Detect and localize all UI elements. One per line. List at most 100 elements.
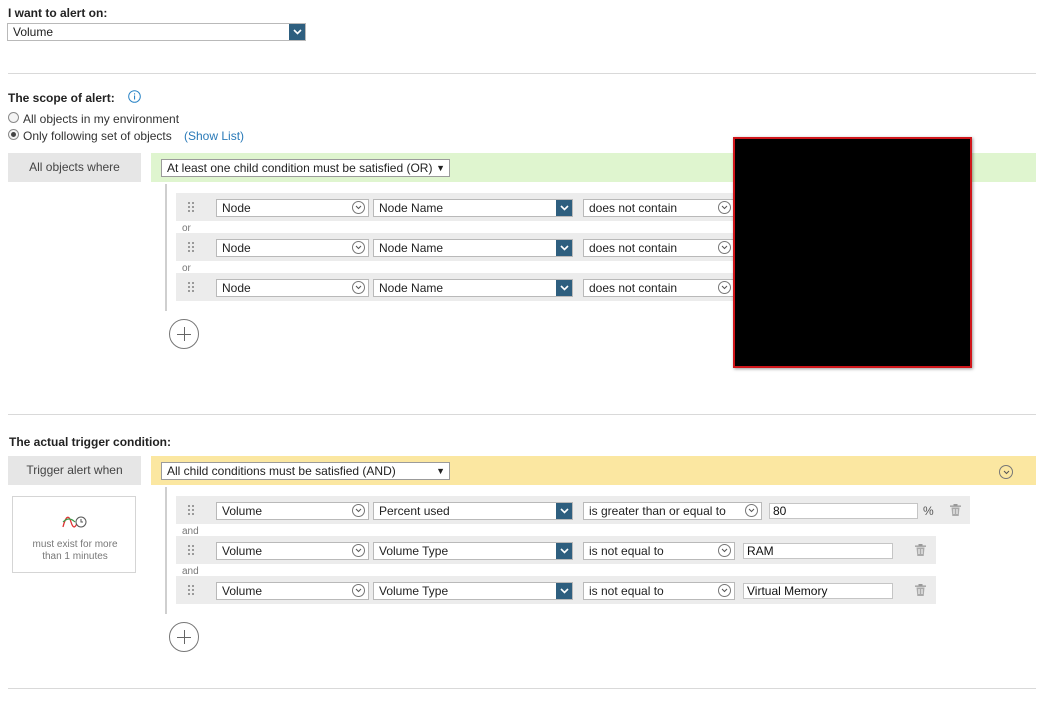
chevron-down-icon: [718, 201, 731, 214]
drag-handle-icon[interactable]: [188, 505, 194, 517]
chevron-down-icon: [718, 544, 731, 557]
info-icon[interactable]: [128, 90, 141, 103]
tree-line: [165, 487, 167, 614]
trigger-alert-when-label: Trigger alert when: [8, 456, 141, 485]
property-select[interactable]: Node Name: [373, 279, 573, 297]
unit-label: %: [923, 504, 934, 518]
field-select[interactable]: Node: [216, 199, 369, 217]
field-select[interactable]: Volume: [216, 582, 369, 600]
field-select-value: Volume: [222, 504, 263, 518]
alert-on-value: Volume: [13, 25, 54, 39]
chevron-down-icon: [352, 584, 365, 597]
operator-select-value: does not contain: [589, 201, 678, 215]
and-connector: and: [182, 526, 199, 537]
chevron-down-icon: [352, 281, 365, 294]
scope-title: The scope of alert:: [8, 91, 115, 105]
operator-select-value: does not contain: [589, 241, 678, 255]
drag-handle-icon[interactable]: [188, 282, 194, 294]
operator-select-value: is not equal to: [589, 584, 664, 598]
drag-handle-icon[interactable]: [188, 202, 194, 214]
duration-box[interactable]: must exist for more than 1 minutes: [12, 496, 136, 573]
operator-select[interactable]: does not contain: [583, 279, 735, 297]
collapse-chevron-icon[interactable]: [999, 465, 1013, 479]
radio-all-objects[interactable]: [8, 112, 19, 123]
field-select-value: Node: [222, 281, 251, 295]
radio-following-objects[interactable]: [8, 129, 19, 140]
chevron-down-icon: [556, 503, 572, 519]
trash-icon[interactable]: [950, 504, 961, 516]
field-select[interactable]: Volume: [216, 542, 369, 560]
field-select-value: Node: [222, 241, 251, 255]
chevron-down-icon: [556, 543, 572, 559]
field-select-value: Volume: [222, 544, 263, 558]
field-select[interactable]: Volume: [216, 502, 369, 520]
alert-on-label: I want to alert on:: [8, 6, 108, 20]
trend-clock-icon: [62, 516, 87, 528]
chevron-down-icon: [745, 504, 758, 517]
trash-icon[interactable]: [915, 584, 926, 596]
or-group-select[interactable]: At least one child condition must be sat…: [161, 159, 450, 177]
caret-down-icon: ▼: [436, 163, 445, 173]
and-connector: and: [182, 566, 199, 577]
redacted-overlay: [733, 137, 972, 368]
field-select-value: Volume: [222, 584, 263, 598]
all-objects-where-label: All objects where: [8, 153, 141, 182]
operator-select-value: is greater than or equal to: [589, 504, 726, 518]
chevron-down-icon: [556, 240, 572, 256]
operator-select-value: is not equal to: [589, 544, 664, 558]
threshold-value-input[interactable]: 80: [769, 503, 918, 519]
chevron-down-icon: [556, 280, 572, 296]
operator-select[interactable]: is not equal to: [583, 542, 735, 560]
show-list-link[interactable]: (Show List): [184, 129, 244, 143]
property-select-value: Node Name: [379, 241, 444, 255]
drag-handle-icon[interactable]: [188, 242, 194, 254]
field-select[interactable]: Node: [216, 279, 369, 297]
divider: [8, 73, 1036, 74]
property-select-value: Percent used: [379, 504, 450, 518]
chevron-down-icon: [556, 200, 572, 216]
value-input[interactable]: Virtual Memory: [743, 583, 893, 599]
property-select[interactable]: Volume Type: [373, 542, 573, 560]
property-select[interactable]: Volume Type: [373, 582, 573, 600]
property-select-value: Volume Type: [379, 544, 449, 558]
alert-on-select[interactable]: Volume: [7, 23, 306, 41]
or-connector: or: [182, 223, 191, 234]
chevron-down-icon: [718, 281, 731, 294]
operator-select-value: does not contain: [589, 281, 678, 295]
drag-handle-icon[interactable]: [188, 585, 194, 597]
value-input[interactable]: RAM: [743, 543, 893, 559]
or-group-select-value: At least one child condition must be sat…: [167, 161, 433, 175]
add-condition-plus-icon[interactable]: [169, 622, 199, 652]
and-group-select[interactable]: All child conditions must be satisfied (…: [161, 462, 450, 480]
radio-following-objects-label: Only following set of objects: [23, 129, 172, 143]
operator-select[interactable]: does not contain: [583, 239, 735, 257]
operator-select[interactable]: is not equal to: [583, 582, 735, 600]
radio-all-objects-label: All objects in my environment: [23, 112, 180, 126]
property-select[interactable]: Percent used: [373, 502, 573, 520]
divider: [8, 414, 1036, 415]
property-select[interactable]: Node Name: [373, 199, 573, 217]
chevron-down-icon: [718, 241, 731, 254]
duration-text: must exist for more than 1 minutes: [32, 539, 118, 562]
trigger-title: The actual trigger condition:: [9, 435, 172, 449]
tree-line: [165, 184, 167, 311]
and-group-select-value: All child conditions must be satisfied (…: [167, 464, 396, 478]
property-select-value: Node Name: [379, 281, 444, 295]
divider: [8, 688, 1036, 689]
property-select[interactable]: Node Name: [373, 239, 573, 257]
property-select-value: Node Name: [379, 201, 444, 215]
operator-select[interactable]: is greater than or equal to: [583, 502, 762, 520]
chevron-down-icon: [556, 583, 572, 599]
chevron-down-icon: [352, 544, 365, 557]
add-condition-plus-icon[interactable]: [169, 319, 199, 349]
chevron-down-icon: [718, 584, 731, 597]
caret-down-icon: ▼: [436, 466, 445, 476]
operator-select[interactable]: does not contain: [583, 199, 735, 217]
or-connector: or: [182, 263, 191, 274]
chevron-down-icon: [352, 201, 365, 214]
chevron-down-icon: [352, 241, 365, 254]
trash-icon[interactable]: [915, 544, 926, 556]
field-select[interactable]: Node: [216, 239, 369, 257]
property-select-value: Volume Type: [379, 584, 449, 598]
drag-handle-icon[interactable]: [188, 545, 194, 557]
